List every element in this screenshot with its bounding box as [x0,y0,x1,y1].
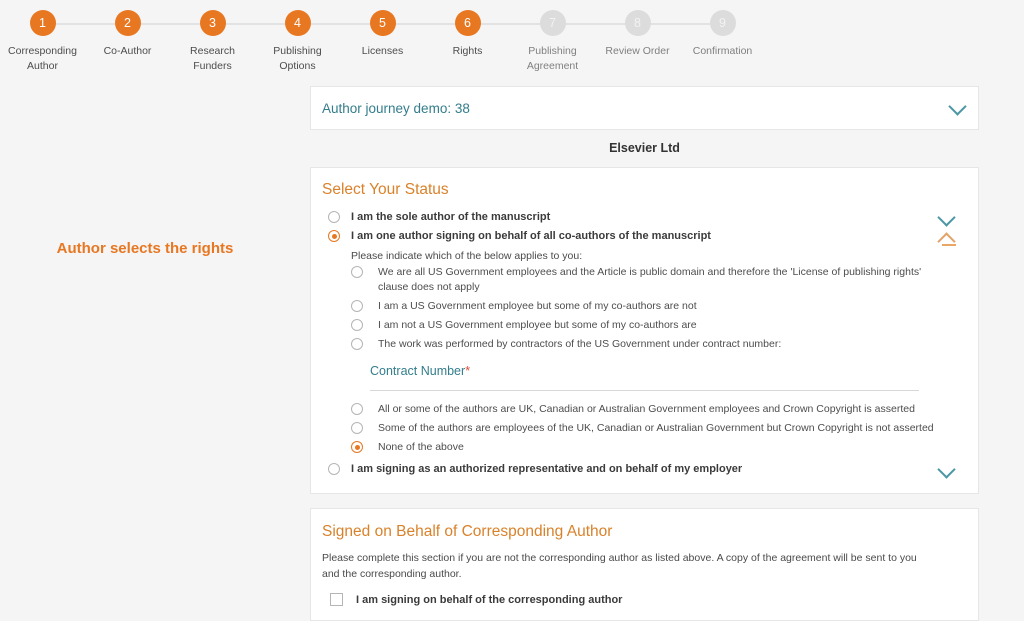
radio-button[interactable] [328,230,340,242]
crown-option-label: Some of the authors are employees of the… [378,422,934,434]
radio-button[interactable] [351,441,363,453]
status-option-signing-for-coauthors[interactable]: I am one author signing on behalf of all… [328,227,964,251]
crown-option-label: All or some of the authors are UK, Canad… [378,403,915,415]
crown-option-asserted[interactable]: All or some of the authors are UK, Canad… [351,400,964,419]
stepper-step-1[interactable]: 1 Corresponding Author [0,10,128,82]
step-label: Licenses [361,45,404,57]
step-label: Research Funders [190,45,235,72]
contract-number-label: Contract Number* [370,364,915,378]
chevron-down-icon[interactable] [937,460,956,479]
status-option-label: I am one author signing on behalf of all… [351,230,711,242]
step-number-badge: 4 [284,10,311,36]
radio-button[interactable] [351,300,363,312]
stepper-step-6[interactable]: 6 Rights [425,10,553,82]
annotation-callout: Author selects the rights [56,240,234,257]
sub-option-label: I am a US Government employee but some o… [378,300,697,312]
contract-number-input[interactable] [370,382,919,391]
chevron-up-icon[interactable] [937,232,956,251]
sub-option-contractors-us-gov[interactable]: The work was performed by contractors of… [351,335,964,354]
checkbox[interactable] [330,593,343,606]
status-option-sole-author[interactable]: I am the sole author of the manuscript [328,208,964,227]
step-number-badge: 7 [539,10,566,36]
signing-on-behalf-checkbox-label: I am signing on behalf of the correspond… [356,593,623,606]
contract-number-label-text: Contract Number [370,364,466,378]
step-number-badge: 2 [114,10,141,36]
step-label: Rights [452,45,483,57]
step-number-badge: 9 [709,10,736,36]
signing-on-behalf-checkbox-row[interactable]: I am signing on behalf of the correspond… [330,593,964,606]
publisher-name: Elsevier Ltd [609,141,680,155]
sub-options-intro: Please indicate which of the below appli… [351,250,583,262]
stepper-step-7[interactable]: 7 Publishing Agreement [510,10,638,82]
required-asterisk: * [465,364,471,378]
step-number-badge: 1 [29,10,56,36]
step-label: Review Order [605,45,670,57]
crown-option-label: None of the above [378,441,464,453]
step-number-badge: 5 [369,10,396,36]
status-option-label: I am the sole author of the manuscript [351,211,551,223]
stepper-step-9[interactable]: 9 Confirmation [680,10,765,82]
stepper-step-2[interactable]: 2 Co-Author [85,10,213,82]
sub-option-label: We are all US Government employees and t… [378,266,922,293]
stepper-step-5[interactable]: 5 Licenses [340,10,468,82]
crown-option-not-asserted[interactable]: Some of the authors are employees of the… [351,419,964,438]
radio-button[interactable] [351,403,363,415]
author-journey-bar[interactable]: Author journey demo: 38 [310,86,979,130]
radio-button[interactable] [328,463,340,475]
step-number-badge: 8 [624,10,651,36]
sub-option-not-us-gov-employee-some-coauthors-are[interactable]: I am not a US Government employee but so… [351,316,964,335]
radio-button[interactable] [351,422,363,434]
chevron-down-icon[interactable] [937,208,956,227]
step-number-badge: 6 [454,10,481,36]
stepper-step-4[interactable]: 4 Publishing Options [255,10,383,82]
signed-on-behalf-description: Please complete this section if you are … [322,552,917,580]
stepper-step-3[interactable]: 3 Research Funders [170,10,298,82]
main-content: Author journey demo: 38 Elsevier Ltd Sel… [310,86,979,621]
section-title-signed-on-behalf: Signed on Behalf of Corresponding Author [322,523,613,540]
signed-on-behalf-panel: Signed on Behalf of Corresponding Author… [310,508,979,621]
radio-button[interactable] [351,319,363,331]
author-journey-title: Author journey demo: 38 [322,100,470,116]
crown-option-none-of-the-above[interactable]: None of the above [351,438,964,457]
step-label: Corresponding Author [8,45,77,72]
step-number-badge: 3 [199,10,226,36]
progress-stepper: 1 Corresponding Author 2 Co-Author 3 Res… [0,0,1024,82]
radio-button[interactable] [351,266,363,278]
section-title-select-status: Select Your Status [322,181,449,198]
radio-button[interactable] [328,211,340,223]
sub-option-label: The work was performed by contractors of… [378,338,782,350]
contract-number-field[interactable]: Contract Number* [370,364,919,391]
step-label: Confirmation [692,45,753,57]
sub-option-us-gov-employee-some-coauthors-not[interactable]: I am a US Government employee but some o… [351,297,964,316]
status-option-authorized-representative[interactable]: I am signing as an authorized representa… [328,460,964,479]
select-your-status-panel: Select Your Status I am the sole author … [310,167,979,494]
step-label: Publishing Options [273,45,322,72]
sub-option-label: I am not a US Government employee but so… [378,319,697,331]
stepper-step-8[interactable]: 8 Review Order [595,10,723,82]
step-label: Publishing Agreement [526,45,579,72]
status-option-label: I am signing as an authorized representa… [351,463,743,475]
sub-option-all-us-gov-employees[interactable]: We are all US Government employees and t… [351,263,964,297]
radio-button[interactable] [351,338,363,350]
chevron-underline [942,244,956,246]
step-label: Co-Author [103,45,152,57]
chevron-down-icon[interactable] [948,96,967,116]
